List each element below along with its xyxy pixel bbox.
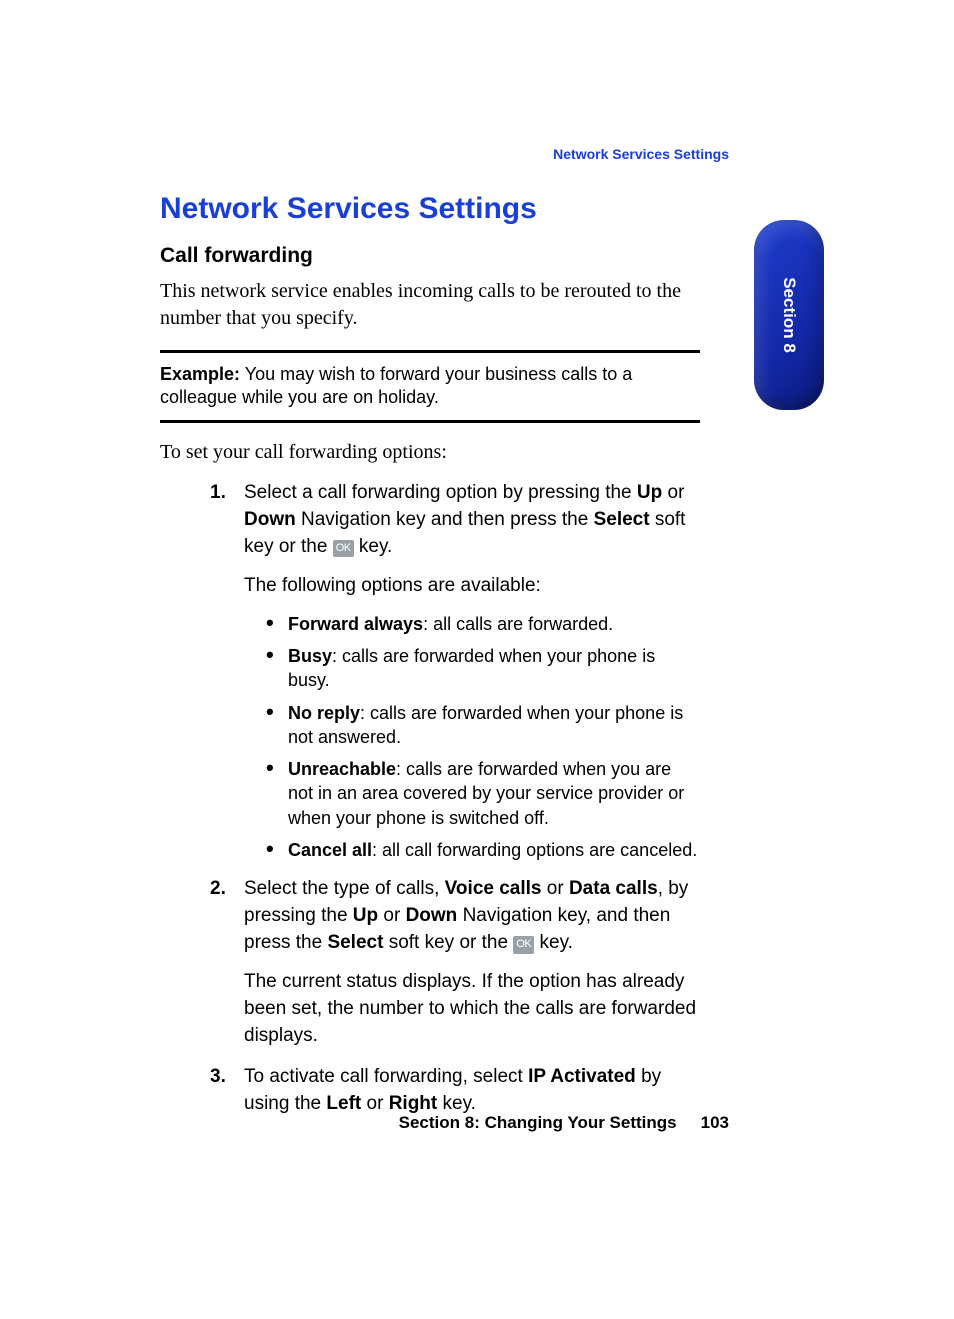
label-ip-activated: IP Activated	[528, 1066, 636, 1087]
label-data-calls: Data calls	[569, 878, 658, 899]
text: Navigation key and then press the	[296, 509, 594, 530]
label-voice-calls: Voice calls	[445, 878, 542, 899]
option-name: Forward always	[288, 614, 423, 634]
step-1-para-1: Select a call forwarding option by press…	[244, 480, 700, 561]
option-cancel-all: Cancel all: all call forwarding options …	[266, 838, 700, 862]
page-footer: Section 8: Changing Your Settings 103	[399, 1113, 729, 1133]
text: or	[361, 1093, 388, 1114]
key-left: Left	[326, 1093, 361, 1114]
key-right: Right	[389, 1093, 438, 1114]
example-block: Example: You may wish to forward your bu…	[160, 350, 700, 423]
example-label: Example:	[160, 364, 240, 384]
content-area: Network Services Settings Call forwardin…	[160, 192, 700, 1132]
text: To activate call forwarding, select	[244, 1066, 528, 1087]
key-down: Down	[406, 905, 458, 926]
text: Select a call forwarding option by press…	[244, 482, 637, 503]
text: Select the type of calls,	[244, 878, 445, 899]
option-unreachable: Unreachable: calls are forwarded when yo…	[266, 757, 700, 830]
option-name: No reply	[288, 703, 360, 723]
key-down: Down	[244, 509, 296, 530]
subheading-call-forwarding: Call forwarding	[160, 244, 700, 268]
text: or	[378, 905, 405, 926]
text: key.	[354, 536, 393, 557]
option-desc: : all calls are forwarded.	[423, 614, 613, 634]
text: or	[662, 482, 684, 503]
text: soft key or the	[383, 932, 513, 953]
ok-key-icon: OK	[513, 936, 534, 954]
key-up: Up	[637, 482, 662, 503]
text: key.	[437, 1093, 476, 1114]
step-list: Select a call forwarding option by press…	[210, 480, 700, 1118]
step-2: Select the type of calls, Voice calls or…	[210, 876, 700, 1050]
section-tab: Section 8	[754, 220, 824, 410]
step-3: To activate call forwarding, select IP A…	[210, 1064, 700, 1118]
intro-paragraph: This network service enables incoming ca…	[160, 278, 700, 332]
page-number: 103	[701, 1113, 729, 1132]
option-desc: : calls are forwarded when your phone is…	[288, 646, 655, 690]
option-name: Busy	[288, 646, 332, 666]
option-name: Unreachable	[288, 759, 396, 779]
footer-section: Section 8: Changing Your Settings	[399, 1113, 677, 1132]
option-forward-always: Forward always: all calls are forwarded.	[266, 612, 700, 636]
softkey-select: Select	[594, 509, 650, 530]
step-3-para-1: To activate call forwarding, select IP A…	[244, 1064, 700, 1118]
option-no-reply: No reply: calls are forwarded when your …	[266, 701, 700, 750]
softkey-select: Select	[327, 932, 383, 953]
running-header: Network Services Settings	[553, 146, 729, 162]
step-2-para-1: Select the type of calls, Voice calls or…	[244, 876, 700, 957]
option-list: Forward always: all calls are forwarded.…	[266, 612, 700, 863]
option-busy: Busy: calls are forwarded when your phon…	[266, 644, 700, 693]
option-desc: : all call forwarding options are cancel…	[372, 840, 697, 860]
key-up: Up	[353, 905, 378, 926]
step-1-para-2: The following options are available:	[244, 573, 700, 600]
lead-paragraph: To set your call forwarding options:	[160, 441, 700, 464]
page-title: Network Services Settings	[160, 192, 700, 226]
option-name: Cancel all	[288, 840, 372, 860]
text: or	[542, 878, 569, 899]
page: Network Services Settings Section 8 Netw…	[0, 0, 954, 1319]
step-1: Select a call forwarding option by press…	[210, 480, 700, 863]
section-tab-label: Section 8	[779, 277, 799, 353]
text: key.	[534, 932, 573, 953]
ok-key-icon: OK	[333, 540, 354, 558]
step-2-para-2: The current status displays. If the opti…	[244, 969, 700, 1050]
